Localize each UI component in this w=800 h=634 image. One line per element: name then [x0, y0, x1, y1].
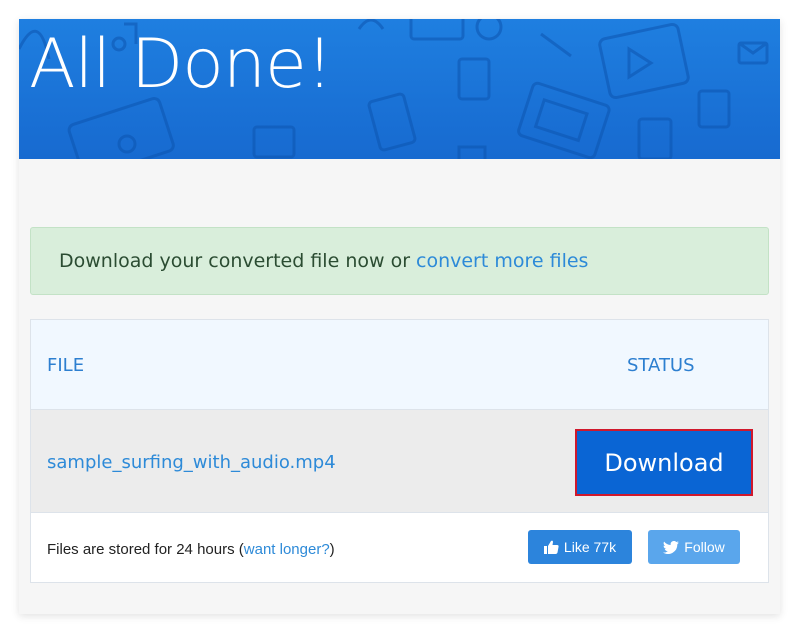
storage-notice-suffix: ) — [329, 541, 335, 558]
convert-more-files-link[interactable]: convert more files — [416, 250, 588, 272]
like-count-label: Like 77k — [563, 539, 617, 555]
column-header-file: FILE — [47, 355, 85, 376]
alert-message: Download your converted file now or — [59, 250, 410, 272]
twitter-follow-button[interactable]: Follow — [648, 530, 740, 564]
follow-label: Follow — [684, 539, 725, 555]
table-row: sample_surfing_with_audio.mp4 Download — [31, 410, 768, 513]
storage-notice-text: Files are stored for 24 hours ( — [47, 541, 244, 558]
page-title: All Done! — [29, 25, 333, 104]
thumbs-up-icon — [543, 540, 559, 554]
conversion-card: All Done! Download your converted file n… — [19, 19, 780, 614]
table-footer: Files are stored for 24 hours (want long… — [31, 513, 768, 582]
file-name-link[interactable]: sample_surfing_with_audio.mp4 — [47, 452, 336, 473]
column-header-status: STATUS — [627, 355, 695, 376]
facebook-like-button[interactable]: Like 77k — [528, 530, 632, 564]
banner: All Done! — [19, 19, 780, 159]
file-table: FILE STATUS sample_surfing_with_audio.mp… — [30, 319, 769, 583]
storage-notice: Files are stored for 24 hours (want long… — [47, 541, 335, 558]
download-button[interactable]: Download — [575, 429, 753, 496]
want-longer-link[interactable]: want longer? — [244, 541, 330, 558]
twitter-bird-icon — [663, 540, 680, 554]
success-alert: Download your converted file now or conv… — [30, 227, 769, 295]
table-header: FILE STATUS — [31, 320, 768, 410]
